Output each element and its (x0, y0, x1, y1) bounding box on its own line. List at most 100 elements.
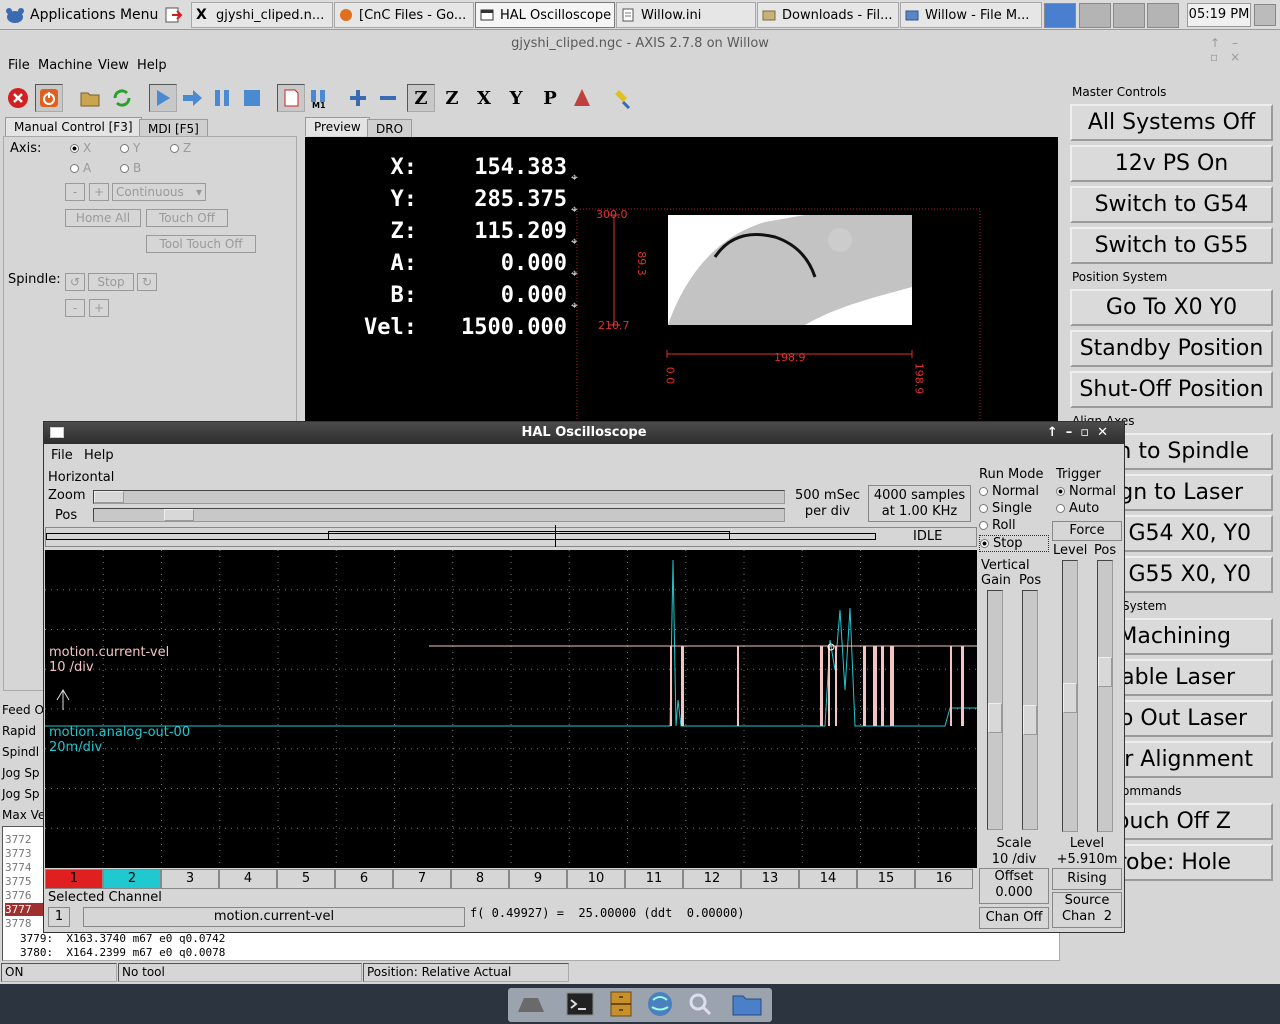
workspace-4[interactable] (1147, 3, 1179, 28)
view-z2-icon[interactable]: Z (438, 84, 466, 112)
vertical-pos-slider[interactable] (1022, 590, 1038, 830)
tab-dro[interactable]: DRO (367, 119, 413, 138)
pos-slider-handle[interactable] (164, 509, 194, 521)
stop-icon[interactable] (238, 84, 266, 112)
channel-6-button[interactable]: 6 (335, 869, 393, 889)
view-y-icon[interactable]: Y (502, 84, 530, 112)
touch-off-button[interactable]: Touch Off (146, 209, 228, 227)
zoom-in-icon[interactable] (344, 84, 372, 112)
channel-4-button[interactable]: 4 (219, 869, 277, 889)
axis-radio-z[interactable]: Z (170, 141, 191, 155)
vertical-pos-handle[interactable] (1023, 705, 1037, 735)
web-browser-icon[interactable] (645, 990, 675, 1018)
file-cabinet-icon[interactable] (606, 990, 636, 1018)
workspace-2[interactable] (1079, 3, 1111, 28)
view-p-icon[interactable]: P (536, 84, 564, 112)
axis-radio-a[interactable]: A (70, 161, 91, 175)
channel-11-button[interactable]: 11 (625, 869, 683, 889)
channel-15-button[interactable]: 15 (857, 869, 915, 889)
menu-machine[interactable]: Machine (38, 56, 92, 76)
channel-14-button[interactable]: 14 (799, 869, 857, 889)
folder-icon[interactable] (732, 990, 762, 1018)
switch-to-g55-button[interactable]: Switch to G55 (1070, 227, 1273, 264)
switch-to-g54-button[interactable]: Switch to G54 (1070, 186, 1273, 223)
view-x-icon[interactable]: X (470, 84, 498, 112)
axis-radio-y[interactable]: Y (120, 141, 140, 155)
osc-menu-help[interactable]: Help (84, 448, 114, 463)
terminal-icon[interactable] (565, 990, 595, 1018)
preview-canvas[interactable]: X: 154.383 Y: 285.375 Z: 115.209 A: 0.000 B:… (305, 137, 1058, 427)
channel-1-button[interactable]: 1 (45, 869, 103, 889)
task-hal-oscilloscope[interactable]: HAL Oscilloscope (475, 2, 615, 28)
trigger-normal[interactable]: Normal (1053, 484, 1123, 499)
spindle-ccw-icon[interactable]: ↺ (65, 273, 85, 291)
tool-touch-off-button[interactable]: Tool Touch Off (146, 235, 256, 253)
pos-slider[interactable] (93, 508, 785, 522)
window-menu-icon[interactable] (50, 427, 64, 438)
chan-off-button[interactable]: Chan Off (979, 907, 1049, 929)
window-controls[interactable]: ↑–▫✕ (1047, 422, 1116, 444)
reload-icon[interactable] (108, 84, 136, 112)
channel-13-button[interactable]: 13 (741, 869, 799, 889)
axis-radio-x[interactable]: X (70, 141, 91, 155)
channel-5-button[interactable]: 5 (277, 869, 335, 889)
search-icon[interactable] (685, 990, 715, 1018)
channel-16-button[interactable]: 16 (915, 869, 973, 889)
tray-icon[interactable] (1254, 4, 1276, 26)
channel-10-button[interactable]: 10 (567, 869, 625, 889)
trigger-level-slider[interactable] (1062, 560, 1078, 832)
channel-2-button[interactable]: 2 (103, 869, 161, 889)
clear-plot-icon[interactable] (610, 84, 638, 112)
spindle-plus-button[interactable]: + (89, 299, 109, 317)
jog-mode-select[interactable]: Continuous ▾ (112, 183, 206, 201)
run-mode-stop[interactable]: Stop (979, 535, 1049, 552)
samples-button[interactable]: 4000 samples at 1.00 KHz (868, 485, 971, 522)
pause-icon[interactable] (208, 84, 236, 112)
logout-icon[interactable] (163, 5, 183, 25)
machine-power-icon[interactable] (35, 84, 63, 112)
menu-view[interactable]: View (98, 56, 129, 76)
channel-8-button[interactable]: 8 (451, 869, 509, 889)
optional-stop-icon[interactable]: M1 (305, 84, 333, 112)
rotate-view-icon[interactable] (568, 84, 596, 112)
trigger-pos-handle[interactable] (1098, 657, 1112, 687)
open-file-icon[interactable] (76, 84, 104, 112)
trigger-auto[interactable]: Auto (1053, 501, 1123, 516)
spindle-minus-button[interactable]: - (65, 299, 85, 317)
vertical-gain-slider[interactable] (987, 590, 1003, 830)
spindle-cw-icon[interactable]: ↻ (137, 273, 157, 291)
run-mode-normal[interactable]: Normal (979, 484, 1049, 499)
vertical-gain-handle[interactable] (988, 703, 1002, 733)
run-mode-single[interactable]: Single (979, 501, 1049, 516)
12v-ps-on-button[interactable]: 12v PS On (1070, 145, 1273, 182)
tab-preview[interactable]: Preview (305, 117, 370, 136)
task-downloads[interactable]: Downloads - Fil... (757, 2, 899, 28)
jog-plus-button[interactable]: + (89, 183, 109, 201)
menu-file[interactable]: File (8, 56, 30, 76)
trigger-pos-slider[interactable] (1097, 560, 1113, 832)
oscilloscope-title-bar[interactable]: HAL Oscilloscope ↑–▫✕ (44, 422, 1124, 444)
axis-radio-b[interactable]: B (120, 161, 141, 175)
standby-position-button[interactable]: Standby Position (1070, 330, 1273, 367)
trigger-source-button[interactable]: Source Chan 2 (1052, 892, 1122, 928)
channel-3-button[interactable]: 3 (161, 869, 219, 889)
show-desktop-icon[interactable] (516, 990, 546, 1018)
run-icon[interactable] (149, 84, 177, 112)
rising-edge-button[interactable]: Rising (1052, 868, 1122, 890)
workspace-3[interactable] (1113, 3, 1145, 28)
scope-display[interactable]: motion.current-vel 10 /div motion.analog… (45, 550, 977, 868)
trigger-level-handle[interactable] (1063, 683, 1077, 713)
view-z-icon[interactable]: Z (407, 84, 435, 112)
channel-9-button[interactable]: 9 (509, 869, 567, 889)
shut-off-position-button[interactable]: Shut-Off Position (1070, 371, 1273, 408)
step-icon[interactable] (178, 84, 206, 112)
zoom-out-icon[interactable] (374, 84, 402, 112)
osc-menu-file[interactable]: File (51, 448, 73, 463)
task-axis[interactable]: X gjyshi_cliped.n... (191, 2, 333, 28)
channel-7-button[interactable]: 7 (393, 869, 451, 889)
channel-12-button[interactable]: 12 (683, 869, 741, 889)
offset-button[interactable]: Offset 0.000 (979, 868, 1049, 904)
run-mode-roll[interactable]: Roll (979, 518, 1049, 533)
all-systems-off-button[interactable]: All Systems Off (1070, 104, 1273, 141)
go-to-x0-y0-button[interactable]: Go To X0 Y0 (1070, 289, 1273, 326)
